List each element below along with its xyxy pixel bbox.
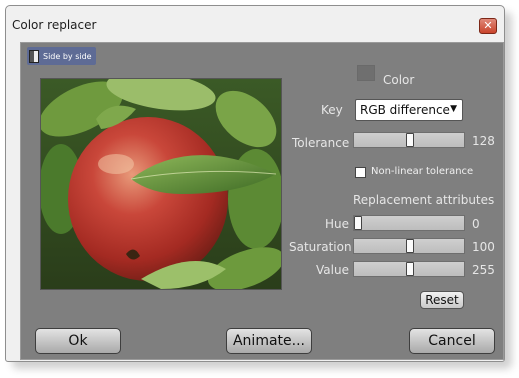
window-title: Color replacer — [12, 18, 97, 32]
color-label: Color — [383, 73, 415, 87]
side-by-side-label: Side by side — [43, 51, 92, 61]
nonlinear-tolerance-checkbox[interactable] — [355, 167, 366, 178]
saturation-label: Saturation — [289, 240, 352, 254]
key-label: Key — [321, 103, 343, 117]
main-panel: Side by side Color Key RGB difference ▼ … — [20, 42, 504, 360]
hue-slider[interactable] — [353, 215, 465, 231]
saturation-value: 100 — [472, 240, 495, 254]
value-slider[interactable] — [353, 261, 465, 277]
color-swatch[interactable] — [357, 65, 375, 81]
reset-button[interactable]: Reset — [420, 291, 464, 309]
hue-value: 0 — [472, 217, 480, 231]
side-by-side-toggle[interactable]: Side by side — [27, 47, 96, 65]
titlebar: Color replacer ✕ — [6, 6, 504, 36]
apple-photo — [41, 79, 281, 289]
nonlinear-tolerance-label: Non-linear tolerance — [371, 166, 474, 177]
animate-button[interactable]: Animate... — [226, 328, 312, 354]
value-slider-thumb[interactable] — [406, 262, 414, 276]
value-label: Value — [316, 263, 349, 277]
key-dropdown-value: RGB difference — [360, 103, 450, 117]
tolerance-label: Tolerance — [292, 136, 350, 150]
split-view-icon — [29, 49, 39, 63]
hue-label: Hue — [325, 217, 350, 231]
color-replacer-dialog: Color replacer ✕ Side by side Color Key … — [5, 5, 505, 362]
tolerance-value: 128 — [472, 134, 495, 148]
hue-slider-thumb[interactable] — [354, 216, 362, 230]
cancel-button[interactable]: Cancel — [409, 328, 495, 354]
close-icon: ✕ — [483, 19, 493, 32]
chevron-down-icon: ▼ — [450, 104, 457, 114]
preview-image — [40, 78, 282, 290]
close-button[interactable]: ✕ — [479, 18, 497, 34]
key-dropdown[interactable]: RGB difference ▼ — [355, 99, 463, 121]
saturation-slider[interactable] — [353, 238, 465, 254]
saturation-slider-thumb[interactable] — [406, 239, 414, 253]
tolerance-slider[interactable] — [353, 132, 465, 148]
replacement-attributes-heading: Replacement attributes — [353, 193, 495, 207]
ok-button[interactable]: Ok — [35, 328, 121, 354]
value-value: 255 — [472, 263, 495, 277]
tolerance-slider-thumb[interactable] — [406, 133, 414, 147]
